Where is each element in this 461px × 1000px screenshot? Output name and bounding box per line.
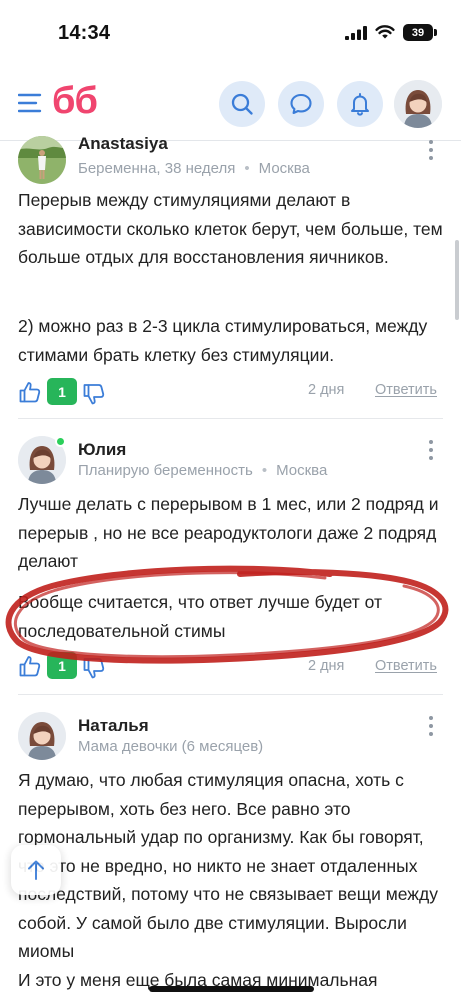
- comment-meta: Беременна, 38 неделя • Москва: [78, 160, 310, 177]
- comment-meta: Планирую беременность • Москва: [78, 462, 327, 479]
- avatar[interactable]: [18, 712, 66, 760]
- online-indicator: [55, 436, 66, 447]
- status-time: 14:34: [58, 22, 111, 44]
- comment-divider: [18, 694, 443, 695]
- author-status: Планирую беременность: [78, 462, 253, 479]
- author-status: Беременна, 38 неделя: [78, 160, 236, 177]
- signal-icon: [345, 25, 367, 40]
- like-count: 1: [47, 378, 77, 405]
- meta-separator: •: [261, 462, 268, 479]
- avatar-photo-icon: [18, 136, 66, 184]
- comment-author[interactable]: Anastasiya: [78, 134, 168, 154]
- meta-separator: •: [244, 160, 250, 177]
- comment-actions: 1 2 дня Ответить: [0, 652, 461, 682]
- reply-link[interactable]: Ответить: [375, 658, 437, 674]
- scroll-to-top-button[interactable]: [11, 845, 61, 895]
- avatar-woman-icon: [394, 80, 442, 128]
- scrollbar-thumb[interactable]: [455, 240, 459, 320]
- arrow-up-icon: [28, 860, 44, 880]
- avatar-woman-icon: [18, 712, 66, 760]
- status-bar: 14:34 39: [0, 0, 461, 66]
- menu-icon[interactable]: [18, 92, 44, 114]
- comment-actions: 1 2 дня Ответить: [0, 378, 461, 408]
- app-logo[interactable]: бб: [52, 80, 98, 123]
- comment-divider: [18, 418, 443, 419]
- comment-text: Перерыв между стимуляциями делают в зави…: [18, 190, 443, 267]
- thumbs-down-icon[interactable]: [82, 382, 106, 406]
- thumbs-down-icon[interactable]: [82, 656, 106, 680]
- comment-text: Лучше делать с перерывом в 1 мес, или 2 …: [18, 494, 439, 571]
- thumbs-up-icon[interactable]: [18, 654, 42, 678]
- comment-meta: Мама девочки (6 месяцев): [78, 738, 263, 755]
- notifications-button[interactable]: [337, 81, 383, 127]
- comment-date: 2 дня: [308, 382, 345, 398]
- profile-avatar[interactable]: [394, 80, 442, 128]
- more-options-icon[interactable]: [428, 716, 434, 736]
- home-indicator[interactable]: [149, 986, 314, 992]
- search-icon: [231, 93, 253, 115]
- comment-date: 2 дня: [308, 658, 345, 674]
- messages-button[interactable]: [278, 81, 324, 127]
- comment-text: Я думаю, что любая стимуляция опасна, хо…: [18, 770, 438, 961]
- thumbs-up-icon[interactable]: [18, 380, 42, 404]
- search-button[interactable]: [219, 81, 265, 127]
- comment-text: Вообще считается, что ответ лучше будет …: [18, 592, 383, 641]
- battery-icon: 39: [403, 24, 437, 41]
- author-city: Москва: [276, 462, 328, 479]
- author-status: Мама девочки (6 месяцев): [78, 738, 264, 755]
- header-divider: [0, 140, 461, 141]
- more-options-icon[interactable]: [428, 140, 434, 160]
- status-icons: 39: [345, 24, 437, 41]
- wifi-icon: [375, 25, 395, 39]
- bell-icon: [351, 93, 369, 116]
- comment-author[interactable]: Юлия: [78, 440, 126, 460]
- app-header: бб: [0, 66, 461, 142]
- more-options-icon[interactable]: [428, 440, 434, 460]
- avatar[interactable]: [18, 136, 66, 184]
- reply-link[interactable]: Ответить: [375, 382, 437, 398]
- chat-icon: [290, 93, 312, 115]
- author-city: Москва: [258, 160, 310, 177]
- like-count: 1: [47, 652, 77, 679]
- comment-author[interactable]: Наталья: [78, 716, 149, 736]
- comment-text: 2) можно раз в 2-3 цикла стимулироваться…: [18, 316, 428, 365]
